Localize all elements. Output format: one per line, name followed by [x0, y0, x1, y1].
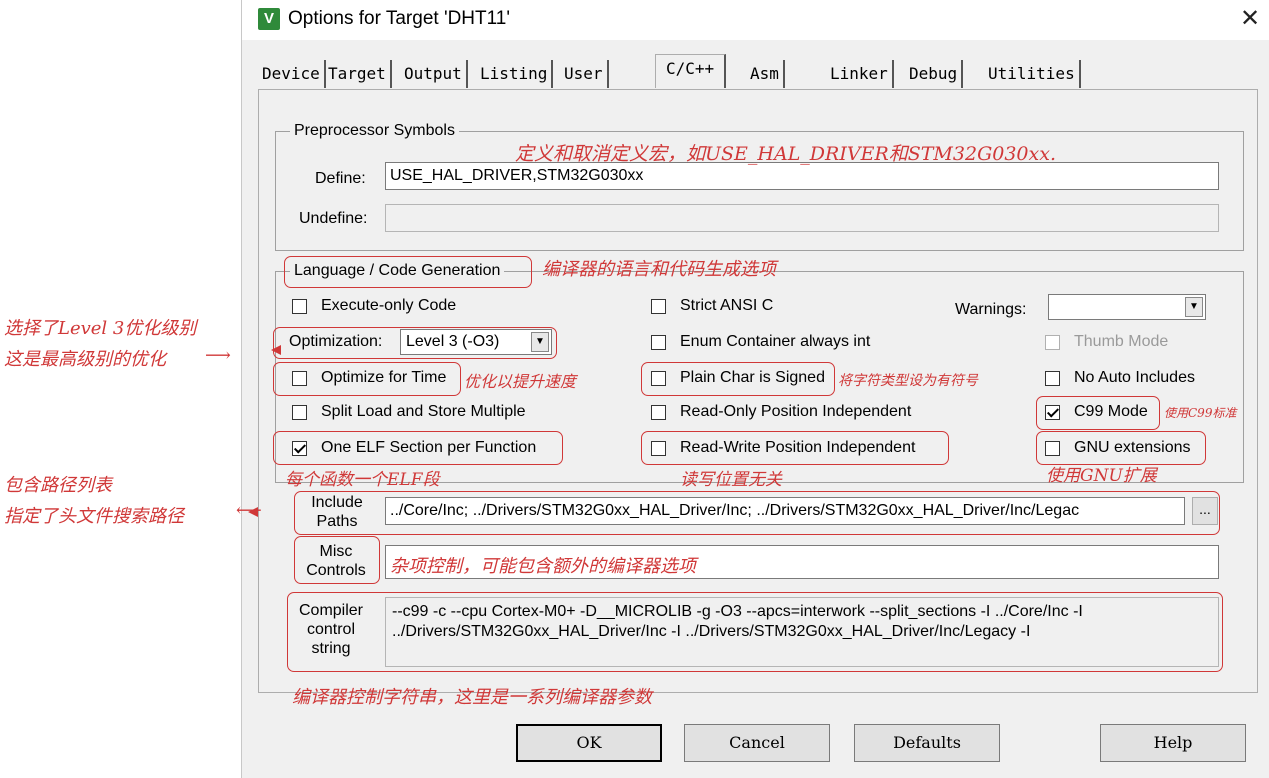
cancel-button[interactable]: Cancel: [684, 724, 830, 762]
include-paths-label: Include Paths: [311, 494, 363, 530]
optimization-select[interactable]: Level 3 (-O3) ▼: [400, 329, 552, 355]
optimize-time-text: Optimize for Time: [321, 369, 447, 386]
undefine-input[interactable]: [385, 204, 1219, 232]
language-legend: Language / Code Generation: [290, 262, 505, 280]
chevron-down-icon[interactable]: ▼: [531, 332, 549, 352]
rw-pos-checkbox[interactable]: Read-Write Position Independent: [651, 439, 915, 457]
misc-controls-label: Misc Controls: [306, 543, 366, 579]
c99-mode-text: C99 Mode: [1074, 403, 1148, 420]
split-load-checkbox[interactable]: Split Load and Store Multiple: [292, 403, 526, 421]
tab-utilities[interactable]: Utilities: [984, 60, 1081, 88]
compiler-control-line-2: ../Drivers/STM32G0xx_HAL_Driver/Inc -I .…: [392, 623, 1031, 640]
strict-ansi-text: Strict ANSI C: [680, 297, 774, 314]
optimize-time-box[interactable]: [292, 370, 307, 386]
keil-app-icon: V: [258, 8, 280, 30]
optimization-label: Optimization:: [289, 333, 383, 350]
warnings-label: Warnings:: [955, 301, 1027, 318]
defaults-button[interactable]: Defaults: [854, 724, 1000, 762]
include-annotation-1: 包含路径列表: [4, 475, 112, 496]
gnu-ext-text: GNU extensions: [1074, 439, 1191, 456]
undefine-label: Undefine:: [299, 210, 368, 227]
options-dialog: V Options for Target 'DHT11' ✕ Device Ta…: [241, 0, 1269, 778]
no-auto-includes-checkbox[interactable]: No Auto Includes: [1045, 369, 1195, 387]
compiler-control-label: Compiler control string: [298, 602, 363, 657]
misc-annotation: 杂项控制，可能包含额外的编译器选项: [390, 556, 696, 577]
define-input[interactable]: USE_HAL_DRIVER,STM32G030xx: [385, 162, 1219, 190]
thumb-mode-text: Thumb Mode: [1074, 333, 1169, 350]
optimization-annotation-1: 选择了Level 3优化级别: [4, 318, 197, 339]
split-load-text: Split Load and Store Multiple: [321, 403, 526, 420]
tab-linker[interactable]: Linker: [826, 60, 894, 88]
tab-listing[interactable]: Listing: [476, 60, 554, 88]
enum-container-checkbox[interactable]: Enum Container always int: [651, 333, 870, 351]
include-paths-input[interactable]: ../Core/Inc; ../Drivers/STM32G0xx_HAL_Dr…: [385, 497, 1185, 525]
tab-c-cpp[interactable]: C/C++: [655, 54, 727, 88]
tab-debug[interactable]: Debug: [905, 60, 964, 88]
gnu-ext-box[interactable]: [1045, 440, 1060, 456]
split-load-box[interactable]: [292, 404, 307, 420]
preprocessor-legend: Preprocessor Symbols: [290, 122, 459, 140]
tab-device[interactable]: Device: [258, 60, 326, 88]
one-elf-text: One ELF Section per Function: [321, 439, 537, 456]
elf-annotation: 每个函数一个ELF段: [285, 470, 440, 490]
define-annotation: 定义和取消定义宏，如USE_HAL_DRIVER和STM32G030xx.: [515, 143, 1056, 165]
strict-ansi-checkbox[interactable]: Strict ANSI C: [651, 297, 773, 315]
no-auto-includes-text: No Auto Includes: [1074, 369, 1195, 386]
enum-container-box[interactable]: [651, 334, 666, 350]
rw-pos-text: Read-Write Position Independent: [680, 439, 916, 456]
title-bar: V Options for Target 'DHT11' ✕: [242, 0, 1269, 40]
tab-user[interactable]: User: [560, 60, 609, 88]
define-label: Define:: [315, 170, 366, 187]
tab-target[interactable]: Target: [324, 60, 392, 88]
gnu-ext-checkbox[interactable]: GNU extensions: [1045, 439, 1191, 457]
tab-asm[interactable]: Asm: [746, 60, 785, 88]
warnings-select[interactable]: ▼: [1048, 294, 1206, 320]
thumb-mode-box: [1045, 334, 1060, 350]
chevron-down-icon[interactable]: ▼: [1185, 297, 1203, 317]
one-elf-checkbox[interactable]: One ELF Section per Function: [292, 439, 536, 457]
ro-pos-text: Read-Only Position Independent: [680, 403, 912, 420]
compiler-control-string: --c99 -c --cpu Cortex-M0+ -D__MICROLIB -…: [385, 597, 1219, 667]
execute-only-checkbox[interactable]: Execute-only Code: [292, 297, 456, 315]
include-arrow-head-icon: ⟵: [236, 500, 262, 521]
plain-char-checkbox[interactable]: Plain Char is Signed: [651, 369, 825, 387]
help-button[interactable]: Help: [1100, 724, 1246, 762]
enum-container-text: Enum Container always int: [680, 333, 871, 350]
tab-strip: Device Target Output Listing User C/C++ …: [258, 54, 1258, 90]
control-string-annotation: 编译器控制字符串，这里是一系列编译器参数: [292, 687, 652, 708]
c99-annotation: 使用C99标准: [1164, 406, 1237, 420]
strict-ansi-box[interactable]: [651, 298, 666, 314]
optimization-value: Level 3 (-O3): [406, 333, 500, 350]
close-icon[interactable]: ✕: [1240, 4, 1260, 33]
tab-output[interactable]: Output: [400, 60, 468, 88]
rw-pos-box[interactable]: [651, 440, 666, 456]
ok-button[interactable]: OK: [516, 724, 662, 762]
optimize-time-checkbox[interactable]: Optimize for Time: [292, 369, 446, 387]
execute-only-text: Execute-only Code: [321, 297, 457, 314]
browse-paths-button[interactable]: ...: [1192, 497, 1218, 525]
rw-annotation: 读写位置无关: [680, 470, 782, 490]
opt-arrow-shaft-icon: ⟶: [205, 345, 231, 366]
plain-char-box[interactable]: [651, 370, 666, 386]
include-annotation-2: 指定了头文件搜索路径: [4, 506, 184, 527]
c99-mode-checkbox[interactable]: C99 Mode: [1045, 403, 1148, 421]
one-elf-box[interactable]: [292, 440, 307, 456]
execute-only-box[interactable]: [292, 298, 307, 314]
window-title: Options for Target 'DHT11': [288, 8, 510, 29]
language-annotation: 编译器的语言和代码生成选项: [542, 259, 776, 280]
plain-char-text: Plain Char is Signed: [680, 369, 825, 386]
time-annotation: 优化以提升速度: [464, 372, 577, 391]
ro-pos-checkbox[interactable]: Read-Only Position Independent: [651, 403, 911, 421]
char-annotation: 将字符类型设为有符号: [838, 373, 978, 389]
optimization-annotation-2: 这是最高级别的优化: [4, 349, 166, 370]
c99-mode-box[interactable]: [1045, 404, 1060, 420]
ro-pos-box[interactable]: [651, 404, 666, 420]
no-auto-includes-box[interactable]: [1045, 370, 1060, 386]
compiler-control-line-1: --c99 -c --cpu Cortex-M0+ -D__MICROLIB -…: [392, 603, 1083, 620]
gnu-annotation: 使用GNU扩展: [1046, 466, 1157, 486]
thumb-mode-checkbox: Thumb Mode: [1045, 333, 1168, 351]
